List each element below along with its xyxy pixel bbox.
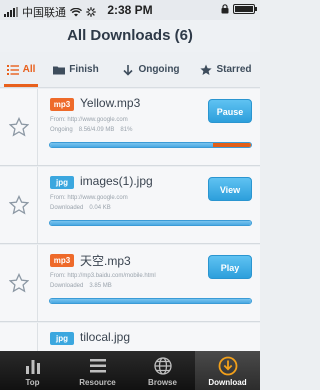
progress-bar: [49, 298, 252, 304]
star-toggle[interactable]: [0, 89, 38, 165]
download-state: Ongoing: [50, 127, 73, 133]
download-row: jpg images(1).jpg From: http://www.googl…: [0, 167, 260, 244]
tab-ongoing-label: Ongoing: [138, 64, 180, 75]
star-outline-icon: [8, 273, 29, 293]
tabbar-download[interactable]: Download: [195, 351, 260, 390]
globe-icon: [153, 357, 172, 375]
progress-remaining: [212, 143, 251, 147]
nav-bar: All Downloads (6): [0, 20, 260, 52]
file-type-badge: jpg: [50, 176, 74, 189]
tab-finish-label: Finish: [69, 64, 99, 75]
download-icon: [218, 356, 237, 376]
tabbar-browse[interactable]: Browse: [130, 351, 195, 390]
bottom-tab-bar: Top Resource Browse Download: [0, 351, 260, 390]
arrow-down-icon: [123, 64, 134, 76]
folder-icon: [53, 66, 66, 74]
star-toggle[interactable]: [0, 323, 38, 351]
progress-fill: [50, 221, 251, 225]
source-url: From: http://www.google.com: [50, 117, 128, 123]
star-outline-icon: [8, 195, 29, 215]
star-toggle[interactable]: [0, 245, 38, 321]
download-row: mp3 天空.mp3 From: http://mp3.baidu.com/mo…: [0, 245, 260, 322]
view-button[interactable]: View: [208, 177, 252, 201]
battery-icon: [233, 4, 257, 14]
file-name: 天空.mp3: [80, 254, 131, 268]
download-percent: 81%: [120, 127, 133, 133]
star-outline-icon: [8, 117, 29, 137]
source-url-label: From:: [50, 117, 66, 123]
pause-button[interactable]: Pause: [208, 99, 252, 123]
download-row: jpg tilocal.jpg: [0, 323, 260, 351]
download-list: mp3 Yellow.mp3 From: http://www.google.c…: [0, 89, 260, 351]
tab-starred-label: Starred: [216, 64, 252, 75]
download-size: 8.56/4.09 MB: [78, 127, 115, 133]
progress-fill: [50, 299, 251, 303]
file-type-badge: jpg: [50, 332, 74, 345]
source-url-value: http://mp3.baidu.com/mobile.html: [67, 273, 156, 279]
progress-bar: [49, 142, 252, 148]
file-type-badge: mp3: [50, 254, 74, 267]
download-state: Downloaded: [50, 283, 84, 289]
tabbar-top-label: Top: [25, 378, 40, 387]
tabbar-browse-label: Browse: [148, 378, 177, 387]
status-bar: 中国联通 2:38 PM: [0, 0, 260, 20]
tab-starred[interactable]: Starred: [192, 52, 260, 87]
source-url-label: From:: [50, 273, 66, 279]
source-url-label: From:: [50, 195, 66, 201]
download-status: Downloaded 3.85 MB: [50, 283, 112, 289]
menu-icon: [89, 359, 106, 373]
tabbar-resource[interactable]: Resource: [65, 351, 130, 390]
tabbar-resource-label: Resource: [79, 378, 116, 387]
star-icon: [200, 64, 213, 75]
tab-all[interactable]: All: [0, 52, 42, 87]
tabbar-top[interactable]: Top: [0, 351, 65, 390]
file-name: images(1).jpg: [80, 174, 153, 188]
progress-fill: [50, 143, 213, 147]
play-button[interactable]: Play: [208, 255, 252, 279]
source-url-value: http://www.google.com: [67, 117, 128, 123]
page-title: All Downloads (6): [67, 27, 193, 44]
download-status: Downloaded 0.04 KB: [50, 205, 111, 211]
download-row: mp3 Yellow.mp3 From: http://www.google.c…: [0, 89, 260, 166]
lock-icon: [221, 4, 229, 14]
download-size: 3.85 MB: [89, 283, 112, 289]
source-url-value: http://www.google.com: [67, 195, 128, 201]
source-url: From: http://www.google.com: [50, 195, 128, 201]
bar-chart-icon: [25, 360, 40, 374]
list-icon: [6, 64, 19, 75]
download-state: Downloaded: [50, 205, 84, 211]
progress-bar: [49, 220, 252, 226]
filter-tabs: All Finish Ongoing Starred: [0, 52, 260, 88]
tabbar-download-label: Download: [208, 378, 247, 387]
file-name: Yellow.mp3: [80, 96, 141, 110]
tab-finish[interactable]: Finish: [42, 52, 110, 87]
file-type-badge: mp3: [50, 98, 74, 111]
download-size: 0.04 KB: [89, 205, 111, 211]
tab-ongoing[interactable]: Ongoing: [110, 52, 192, 87]
file-name: tilocal.jpg: [80, 330, 131, 344]
tab-all-label: All: [22, 64, 36, 75]
star-toggle[interactable]: [0, 167, 38, 243]
source-url: From: http://mp3.baidu.com/mobile.html: [50, 273, 156, 279]
download-status: Ongoing 8.56/4.09 MB 81%: [50, 127, 132, 133]
